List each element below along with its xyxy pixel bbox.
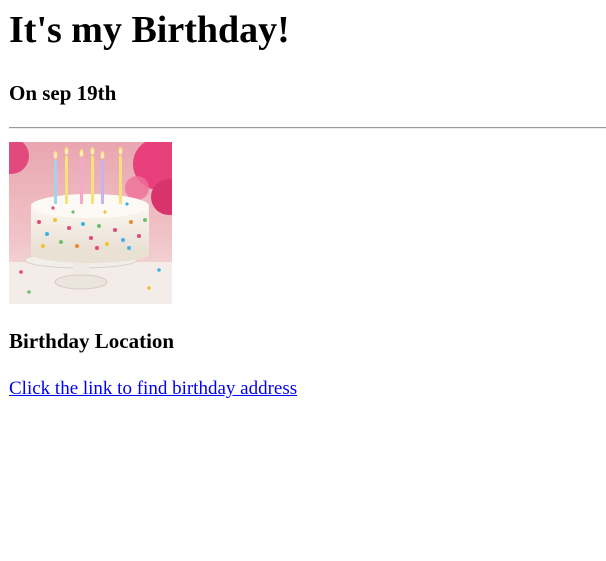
- birthday-cake-image: [9, 142, 172, 304]
- birthday-address-link[interactable]: Click the link to find birthday address: [9, 378, 297, 400]
- horizontal-divider: [9, 127, 606, 129]
- location-heading: Birthday Location: [9, 329, 175, 353]
- page-title: It's my Birthday!: [9, 9, 290, 51]
- birthday-date: On sep 19th: [9, 81, 117, 105]
